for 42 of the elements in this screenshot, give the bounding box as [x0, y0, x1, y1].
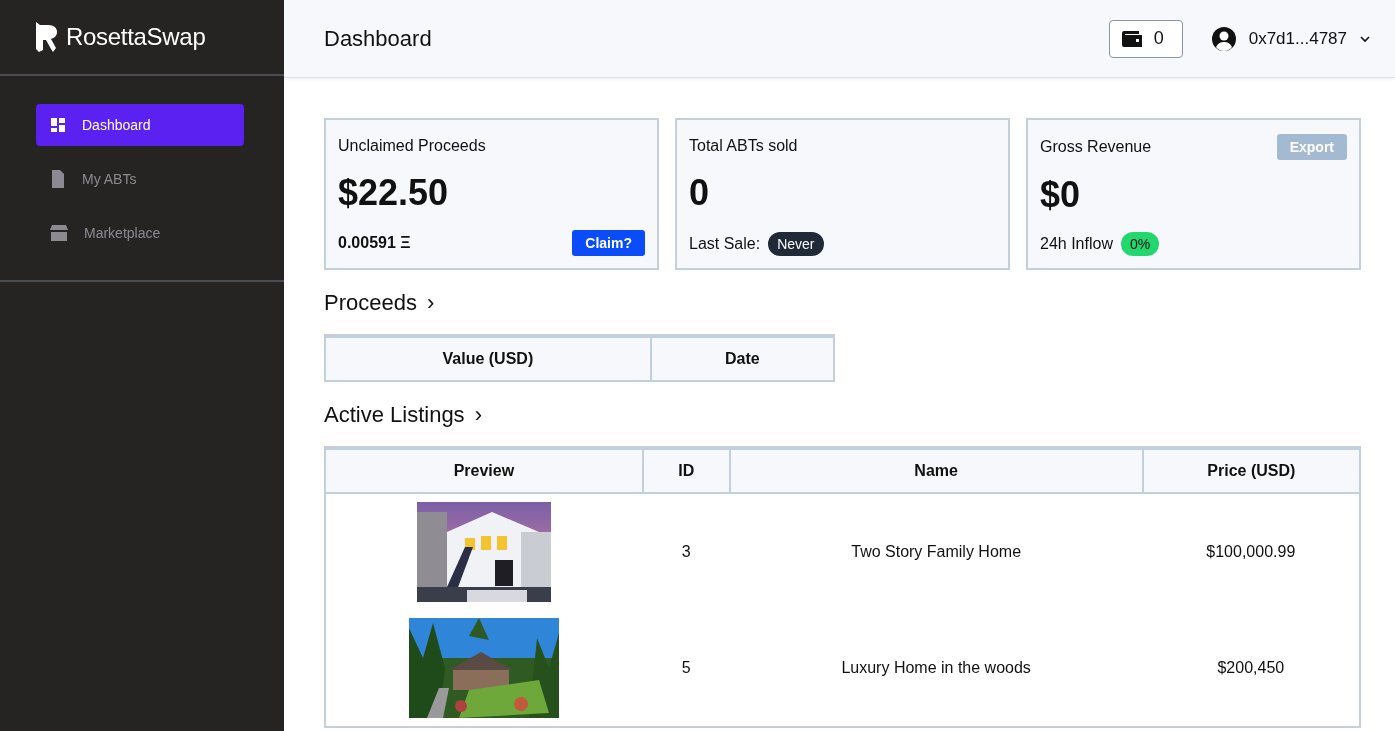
table-cell: Luxury Home in the woods: [729, 610, 1143, 727]
table-cell: $100,000.99: [1142, 493, 1360, 610]
column-header: Preview: [325, 448, 643, 493]
column-header: Value (USD): [325, 336, 651, 381]
card-title: Unclaimed Proceeds: [338, 137, 486, 155]
table-cell: $200,450: [1142, 610, 1360, 727]
card-title: Gross Revenue: [1040, 138, 1152, 156]
chevron-icon[interactable]: ›: [426, 290, 435, 316]
sidebar-item[interactable]: My ABTs: [36, 158, 244, 200]
status-badge: 0%: [1120, 232, 1160, 256]
store-icon: [50, 225, 68, 241]
column-header: ID: [642, 448, 730, 493]
table-cell: Two Story Family Home: [729, 493, 1143, 610]
wallet-icon: [1121, 30, 1142, 47]
card-value: 0: [689, 172, 711, 214]
table-cell: 3: [642, 493, 730, 610]
chevron-down-icon: [1359, 34, 1371, 43]
logo-icon: [36, 20, 58, 54]
table-cell: 5: [642, 610, 730, 727]
claim-button[interactable]: Claim?: [572, 230, 645, 256]
card-value: $0: [1040, 174, 1082, 216]
section-title: Active Listings: [324, 402, 465, 428]
page-title: Dashboard: [324, 25, 433, 52]
eth-amount: 0.00591 Ξ: [338, 234, 411, 252]
user-icon: [1210, 25, 1237, 52]
card-title: Total ABTs sold: [689, 137, 798, 155]
sidebar-item[interactable]: Dashboard: [36, 104, 244, 146]
card-label: Last Sale:: [689, 235, 761, 253]
column-header: Price (USD): [1142, 448, 1360, 493]
dashboard-icon: [50, 117, 66, 133]
document-icon: [50, 170, 66, 188]
card-label: 24h Inflow: [1040, 235, 1113, 253]
column-header: Name: [729, 448, 1143, 493]
sidebar-item[interactable]: Marketplace: [36, 212, 244, 254]
wallet-button[interactable]: 0: [1108, 19, 1183, 58]
brand-name: RosettaSwap: [66, 23, 206, 51]
chevron-icon[interactable]: ›: [474, 402, 482, 428]
section-title: Proceeds: [324, 290, 417, 316]
card-value: $22.50: [338, 172, 450, 214]
column-header: Date: [650, 336, 834, 381]
account-menu[interactable]: 0x7d1...4787: [1210, 25, 1371, 52]
status-badge: Never: [768, 232, 824, 256]
